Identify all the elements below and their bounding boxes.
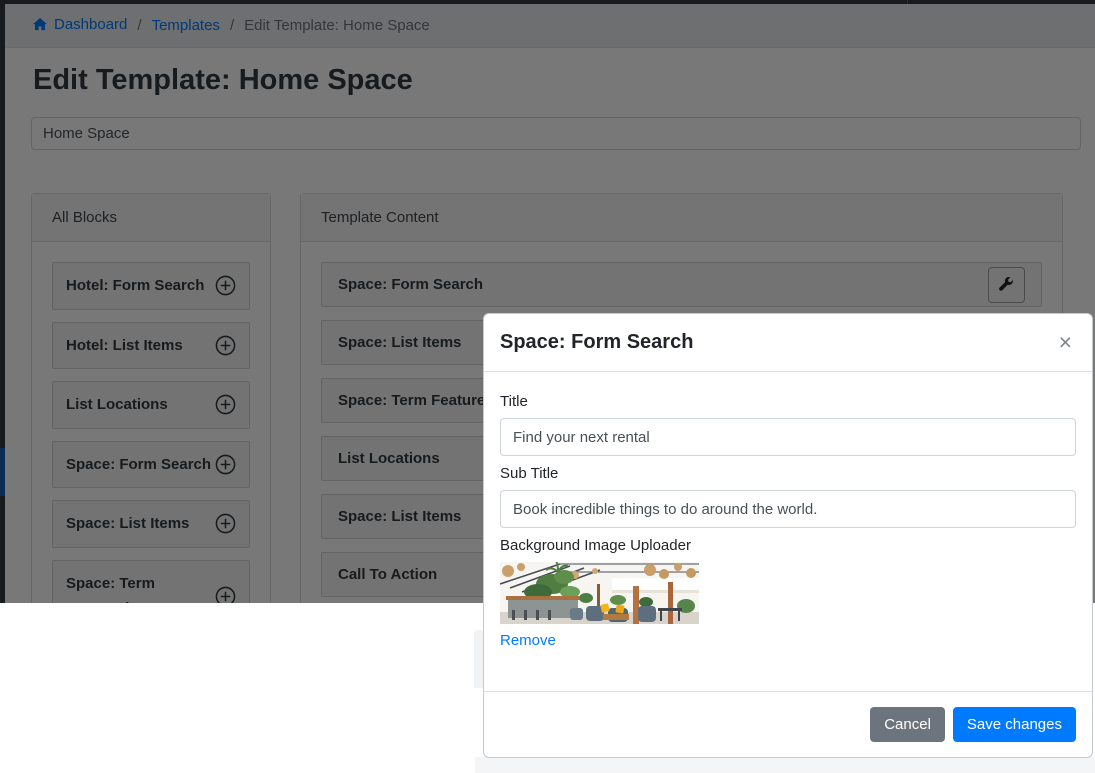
title-input[interactable] <box>500 418 1076 456</box>
modal-body: Title Sub Title Background Image Uploade… <box>484 372 1092 691</box>
modal-footer: Cancel Save changes <box>484 691 1092 757</box>
cancel-button[interactable]: Cancel <box>870 707 945 742</box>
remove-image-link[interactable]: Remove <box>500 632 556 649</box>
modal-header: Space: Form Search × <box>484 314 1092 372</box>
background-image-thumbnail[interactable] <box>500 562 699 624</box>
subtitle-input[interactable] <box>500 490 1076 528</box>
save-changes-button[interactable]: Save changes <box>953 707 1076 742</box>
space-form-search-modal: Space: Form Search × Title Sub Title Bac… <box>483 313 1093 758</box>
close-icon[interactable]: × <box>1055 329 1076 356</box>
background-image-uploader-label: Background Image Uploader <box>500 537 1076 554</box>
page-background-strip <box>475 757 1095 773</box>
subtitle-field-label: Sub Title <box>500 465 1076 482</box>
title-field-label: Title <box>500 393 1076 410</box>
modal-title: Space: Form Search <box>500 329 693 354</box>
